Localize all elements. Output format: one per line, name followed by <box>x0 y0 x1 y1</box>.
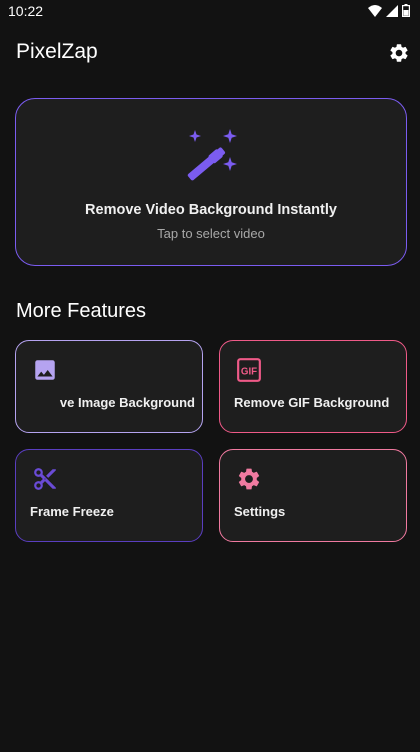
status-time: 10:22 <box>8 3 44 19</box>
settings-card[interactable]: Settings <box>219 449 407 542</box>
hero-title: Remove Video Background Instantly <box>85 202 337 218</box>
frame-freeze-card[interactable]: Frame Freeze <box>15 449 203 542</box>
settings-button[interactable] <box>388 42 410 64</box>
remove-video-background-card[interactable]: Remove Video Background Instantly Tap to… <box>15 98 407 266</box>
signal-icon <box>386 4 398 17</box>
feature-label-text: ve Image Background <box>59 395 195 410</box>
magic-wand-icon <box>187 129 237 181</box>
gear-icon <box>238 468 260 490</box>
remove-image-background-card[interactable]: ve Image Background <box>15 340 203 433</box>
status-bar: 10:22 <box>0 0 420 24</box>
section-title: More Features <box>16 300 147 322</box>
battery-icon <box>402 4 410 17</box>
feature-label: Frame Freeze <box>30 504 114 519</box>
feature-label: ve Image Background <box>30 395 195 410</box>
scissors-icon <box>34 468 56 490</box>
wifi-icon <box>368 4 382 17</box>
feature-label: Settings <box>234 504 286 519</box>
hero-subtitle: Tap to select video <box>157 226 265 241</box>
remove-gif-background-card[interactable]: GIF Remove GIF Background <box>219 340 407 433</box>
gif-icon: GIF <box>237 358 261 382</box>
gear-icon <box>390 44 408 62</box>
svg-text:GIF: GIF <box>241 366 257 377</box>
app-title: PixelZap <box>16 40 98 63</box>
status-icons <box>368 4 410 17</box>
feature-label: Remove GIF Background <box>234 395 390 410</box>
image-icon <box>35 360 55 380</box>
